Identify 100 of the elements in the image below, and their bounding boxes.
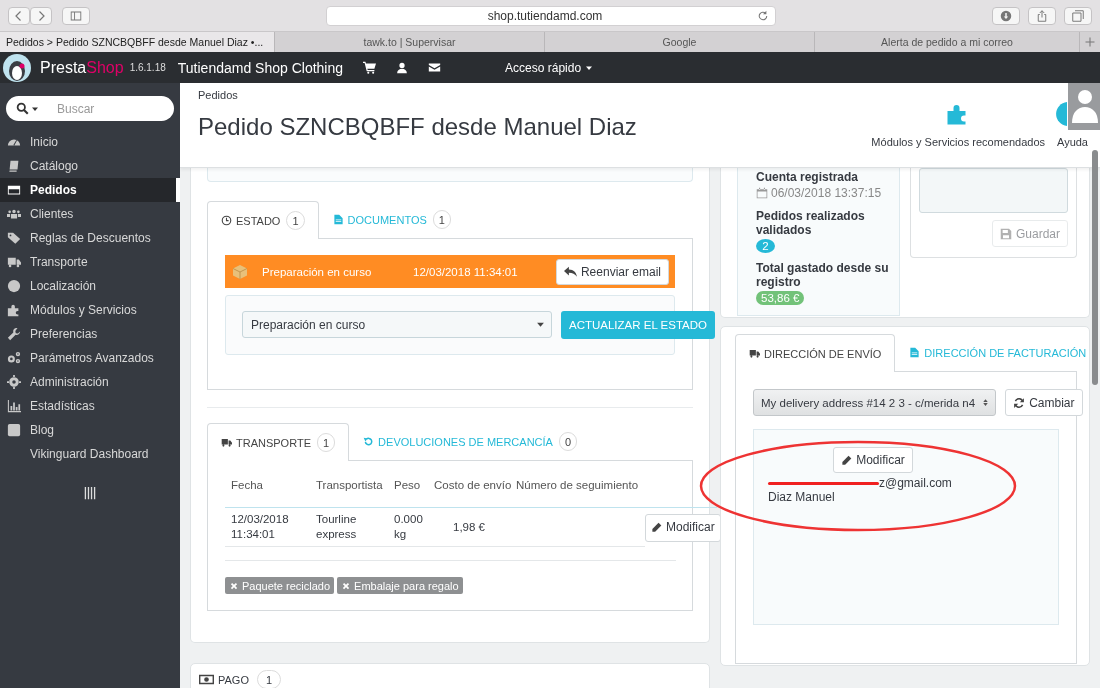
browser-tab[interactable]: Pedidos > Pedido SZNCBQBFF desde Manuel Diaz •... <box>0 32 275 52</box>
field-label: Cuenta registrada <box>756 170 860 184</box>
sidebar-item[interactable]: Módulos y Servicios <box>0 298 180 322</box>
sidebar-item[interactable]: Preferencias <box>0 322 180 346</box>
address-select[interactable]: My delivery address #14 2 3 - c/merida n4 <box>753 389 997 416</box>
calendar-icon <box>756 187 768 199</box>
logo-icon[interactable] <box>2 52 32 83</box>
breadcrumb[interactable]: Pedidos <box>198 89 637 101</box>
wrench-icon <box>7 327 21 341</box>
tag-icon <box>7 231 21 245</box>
sidebar-item[interactable]: Transporte <box>0 250 180 274</box>
share-button[interactable] <box>1028 6 1056 25</box>
sidebar-item[interactable]: Reglas de Descuentos <box>0 226 180 250</box>
customer-name: Diaz Manuel <box>768 490 836 505</box>
sidebar-button[interactable] <box>62 6 90 25</box>
scrollbar[interactable] <box>1092 150 1098 385</box>
email-text: z@gmail.com <box>879 476 952 490</box>
section-title: PAGO <box>218 673 249 686</box>
reload-icon[interactable] <box>757 9 769 22</box>
tab[interactable]: TRANSPORTE 1 <box>207 423 350 461</box>
envelope-icon[interactable] <box>428 61 442 74</box>
count-badge: 1 <box>432 210 451 229</box>
tab[interactable]: ESTADO 1 <box>207 201 319 239</box>
account-date: 06/03/2018 13:37:15 <box>771 186 882 200</box>
pencil-icon <box>651 522 662 533</box>
truck-icon <box>749 348 760 359</box>
address-bar[interactable]: shop.tutiendamd.com <box>326 5 776 26</box>
caret-icon <box>536 320 545 329</box>
save-icon <box>999 227 1012 240</box>
toolbar-link[interactable]: Ayuda <box>1057 136 1088 148</box>
undo-icon <box>363 436 375 447</box>
sidebar-item[interactable]: Administración <box>0 370 180 394</box>
sidebar-icon <box>70 9 82 22</box>
toolbar-link[interactable]: Módulos y Servicios recomendados <box>871 136 1045 148</box>
table-cell: 0.000 kg <box>388 508 428 547</box>
total-badge: 53,86 € <box>756 291 805 305</box>
table-cell: 12/03/2018 11:34:01 <box>225 508 310 547</box>
column-header: Costo de envío <box>428 479 510 508</box>
table-cell: Tourline express <box>310 508 388 547</box>
forward-button[interactable] <box>30 6 52 25</box>
money-icon <box>199 672 214 687</box>
table-cell: 1,98 € <box>428 508 510 547</box>
download-button[interactable] <box>992 6 1020 25</box>
search-bar[interactable]: Buscar <box>6 96 174 121</box>
sidebar-item[interactable]: Clientes <box>0 202 180 226</box>
status-select[interactable]: Preparación en curso <box>242 311 552 338</box>
sidebar-item[interactable]: Inicio <box>0 130 180 154</box>
clock-icon <box>221 215 232 226</box>
back-button[interactable] <box>8 6 30 25</box>
help-icon[interactable] <box>1056 102 1067 126</box>
refresh-icon <box>1013 396 1026 409</box>
avatar[interactable] <box>1068 83 1100 130</box>
search-icon <box>16 102 29 115</box>
book-icon <box>7 159 21 173</box>
tabs-button[interactable] <box>1064 6 1092 25</box>
sidebar-item[interactable]: Pedidos <box>0 178 180 202</box>
tab[interactable]: DOCUMENTOS 1 <box>318 200 465 238</box>
sidebar-item[interactable]: Estadísticas <box>0 394 180 418</box>
count-badge: 1 <box>317 433 336 452</box>
column-header: Número de seguimiento <box>510 479 645 508</box>
column-header: Transportista <box>310 479 388 508</box>
tab[interactable]: DIRECCIÓN DE ENVÍO <box>735 334 896 372</box>
quick-access-menu[interactable]: Acceso rápido <box>505 60 594 75</box>
search-field[interactable]: Buscar <box>55 100 159 117</box>
settings-icon <box>7 375 21 389</box>
plus-icon[interactable] <box>1084 36 1096 48</box>
sidebar-item[interactable]: Vikinguard Dashboard <box>0 442 180 466</box>
notes-field[interactable] <box>919 168 1068 213</box>
change-button[interactable]: Cambiar <box>1005 389 1083 416</box>
sidebar-item[interactable]: Catálogo <box>0 154 180 178</box>
column-header: Fecha <box>225 479 310 508</box>
gears-icon <box>7 351 21 365</box>
file-icon <box>909 347 921 358</box>
count-badge: 0 <box>558 432 578 451</box>
resend-email-button[interactable]: Reenviar email <box>555 258 669 285</box>
count-badge: 2 <box>756 239 775 253</box>
download-icon <box>1000 9 1012 22</box>
shop-name[interactable]: Tutiendamd Shop Clothing <box>177 59 344 76</box>
close-icon <box>229 580 239 591</box>
tab[interactable]: DEVOLUCIONES DE MERCANCÍA 0 <box>349 422 592 460</box>
sidebar-item[interactable]: Localización <box>0 274 180 298</box>
field-label: Pedidos realizados validados <box>756 209 866 237</box>
edit-button[interactable]: Modificar <box>833 447 913 473</box>
truck-icon <box>7 255 21 269</box>
cart-icon[interactable] <box>363 61 377 74</box>
users-icon <box>7 207 21 221</box>
share-icon <box>1036 9 1048 22</box>
file-icon <box>332 214 344 225</box>
brand-name: PrestaShop <box>40 58 124 77</box>
edit-button[interactable]: Modificar <box>645 513 721 542</box>
page-title: Pedido SZNCBQBFF desde Manuel Diaz <box>198 113 637 141</box>
close-icon <box>341 580 352 591</box>
collapse-icon[interactable] <box>83 486 97 500</box>
reply-icon <box>563 265 577 278</box>
status-date: 12/03/2018 11:34:01 <box>413 265 518 278</box>
sidebar-item[interactable]: Blog <box>0 418 180 442</box>
user-icon[interactable] <box>396 61 409 74</box>
sidebar-item[interactable]: Parámetros Avanzados <box>0 346 180 370</box>
status-label: Preparación en curso <box>262 265 373 278</box>
truck-icon <box>221 437 232 448</box>
